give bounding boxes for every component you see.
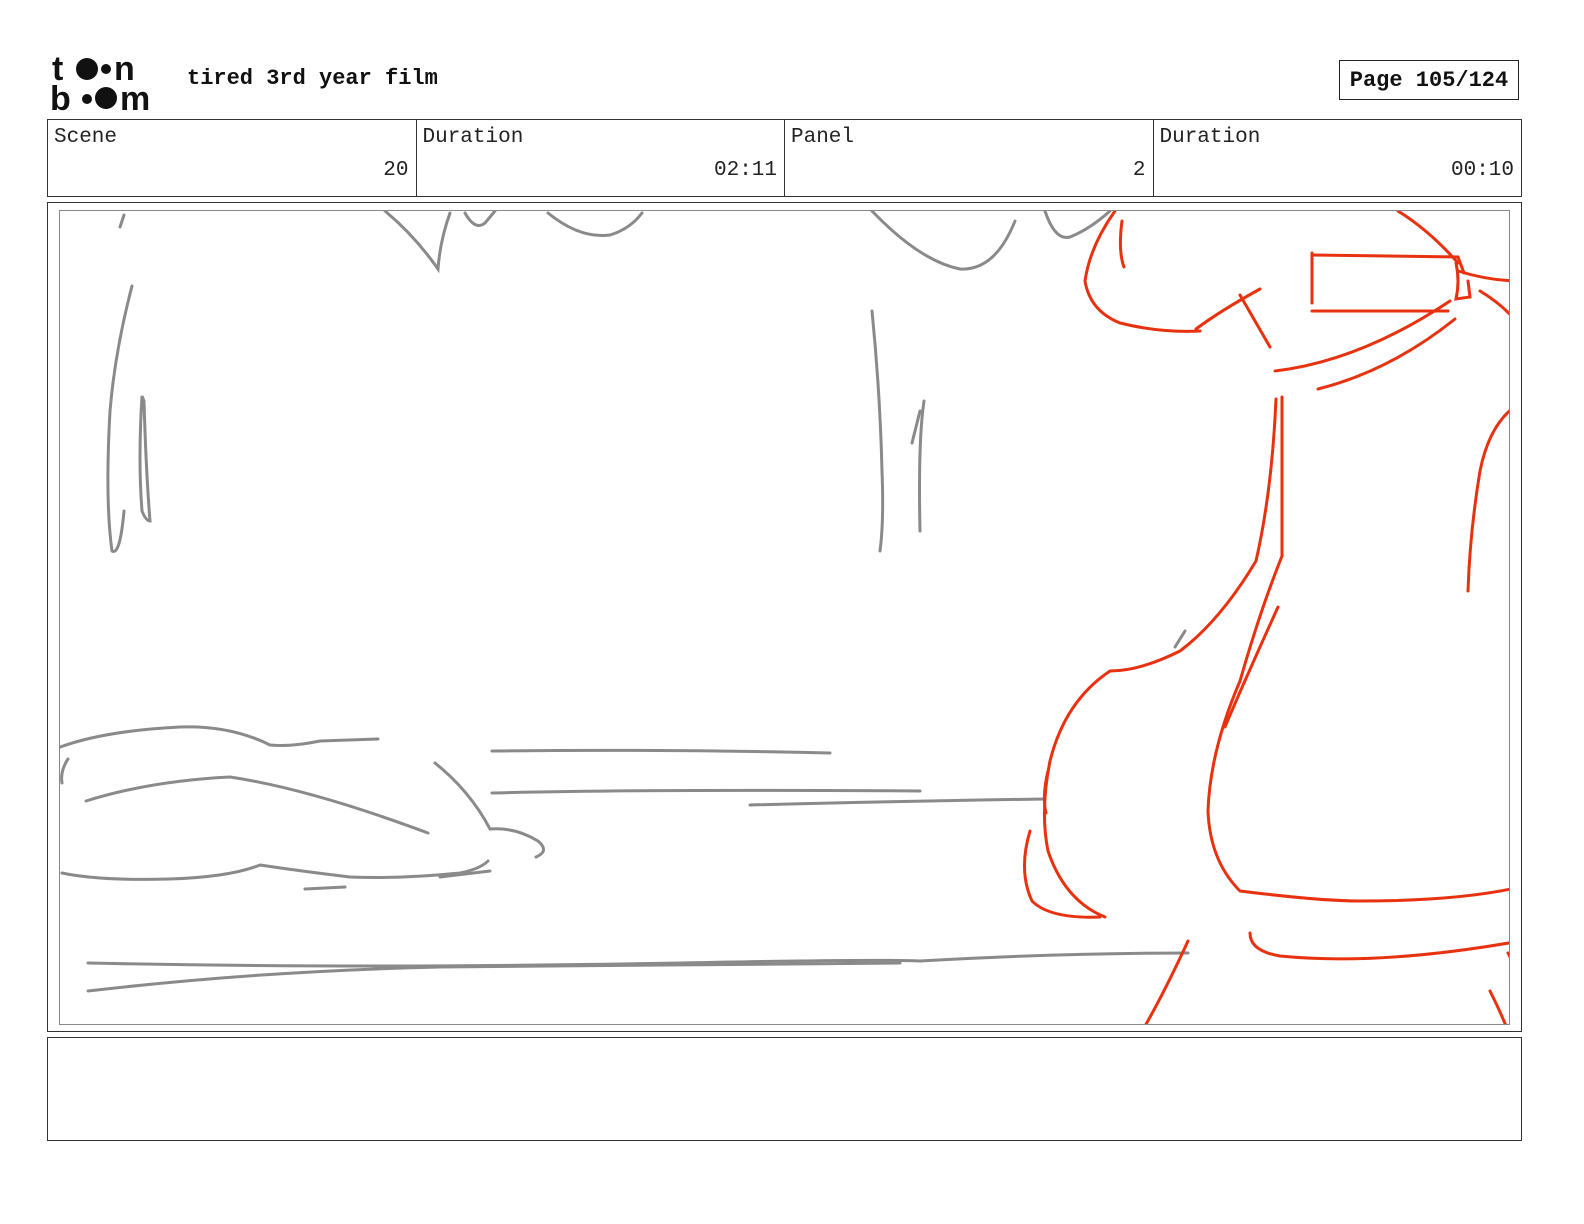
page-indicator-label: Page 105/124 [1349,67,1509,93]
panel-duration-value: 00:10 [1450,159,1514,182]
panel-label: Panel [791,126,855,149]
panel-duration-cell: Duration 00:10 [1154,120,1522,196]
background-sketch [60,211,1190,993]
character-sketch [1022,211,1509,1024]
svg-text:b: b [50,80,71,114]
panel-info-bar: Scene 20 Duration 02:11 Panel 2 Duration… [47,119,1522,197]
panel-cell: Panel 2 [785,120,1154,196]
project-title: tired 3rd year film [187,66,438,91]
panel-value: 2 [1132,159,1146,182]
scene-duration-value: 02:11 [713,159,777,182]
scene-value: 20 [383,159,409,182]
storyboard-panel-frame [47,202,1522,1032]
scene-cell: Scene 20 [48,120,417,196]
scene-duration-label: Duration [422,126,524,149]
panel-duration-label: Duration [1159,126,1261,149]
storyboard-panel-image [59,210,1510,1025]
page-indicator: Page 105/124 [1339,60,1519,100]
svg-text:m: m [120,80,150,114]
scene-label: Scene [54,126,118,149]
scene-duration-cell: Duration 02:11 [417,120,785,196]
panel-notes-box[interactable] [47,1037,1522,1141]
toon-boom-logo: t n b m [50,50,166,118]
